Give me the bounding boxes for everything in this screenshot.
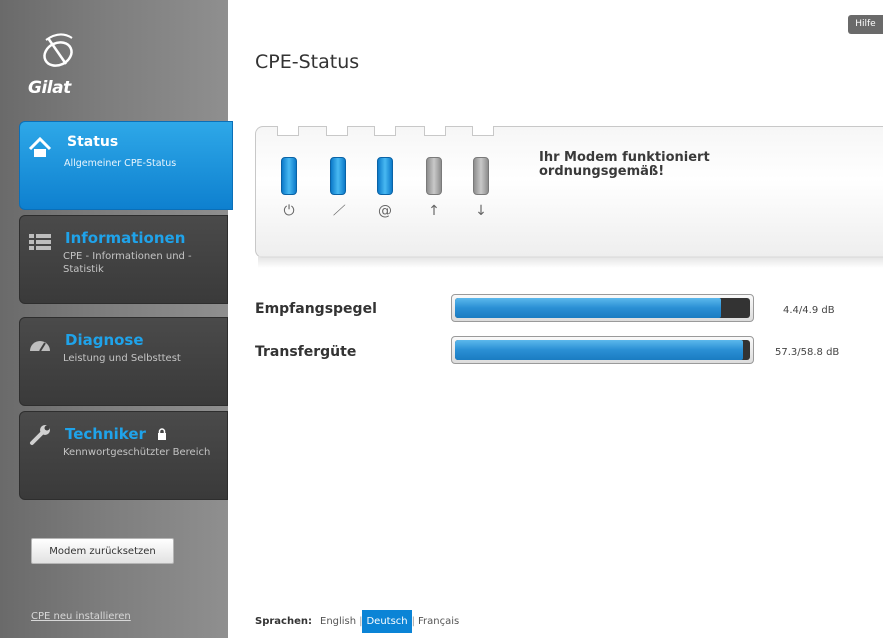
sidebar-item-title-text: Techniker bbox=[65, 425, 146, 443]
internet-led bbox=[377, 157, 393, 195]
sidebar: Gilat Status Allgemeiner CPE-Status Info… bbox=[0, 0, 233, 638]
upload-led bbox=[426, 157, 442, 195]
home-icon bbox=[27, 135, 53, 161]
reinstall-cpe-link[interactable]: CPE neu installieren bbox=[31, 611, 131, 622]
transferguete-bar bbox=[451, 336, 754, 364]
list-icon bbox=[27, 229, 53, 255]
metric-track bbox=[455, 340, 750, 360]
sidebar-item-title: Diagnose bbox=[65, 331, 144, 349]
status-message: Ihr Modem funktioniert ordnungsgemäß! bbox=[539, 150, 710, 179]
transferguete-value: 57.3/58.8 dB bbox=[775, 347, 840, 358]
panel-notch bbox=[326, 126, 348, 136]
logo-text: Gilat bbox=[28, 78, 71, 98]
page-title: CPE-Status bbox=[255, 51, 360, 73]
sidebar-item-subtitle: CPE - Informationen und -Statistik bbox=[63, 251, 192, 275]
download-led bbox=[473, 157, 489, 195]
satellite-icon: ⟋ bbox=[333, 203, 343, 219]
panel-notch bbox=[472, 126, 494, 136]
empfangspegel-value: 4.4/4.9 dB bbox=[783, 305, 835, 316]
language-english[interactable]: English bbox=[317, 613, 359, 630]
metric-fill bbox=[455, 340, 743, 360]
lock-icon bbox=[157, 426, 167, 444]
status-panel: ⏻ ⟋ @ ↑ ↓ Ihr Modem funktioniert ordnung… bbox=[255, 126, 883, 258]
gauge-icon bbox=[27, 333, 53, 359]
sidebar-item-diagnose[interactable]: Diagnose Leistung und Selbsttest bbox=[19, 317, 228, 406]
language-deutsch[interactable]: Deutsch bbox=[362, 609, 412, 633]
power-led bbox=[281, 157, 297, 195]
sidebar-item-title: Status bbox=[67, 134, 119, 150]
metric-fill bbox=[455, 298, 721, 318]
panel-notch bbox=[277, 126, 299, 136]
sidebar-item-title: Techniker bbox=[65, 425, 167, 444]
download-icon: ↓ bbox=[475, 203, 487, 219]
reset-modem-button[interactable]: Modem zurücksetzen bbox=[31, 538, 174, 564]
sidebar-item-status[interactable]: Status Allgemeiner CPE-Status bbox=[19, 121, 233, 210]
wrench-icon bbox=[27, 422, 53, 448]
upload-icon: ↑ bbox=[428, 203, 440, 219]
help-button[interactable]: Hilfe bbox=[848, 15, 883, 34]
metric-track bbox=[455, 298, 750, 318]
sidebar-item-techniker[interactable]: Techniker Kennwortgeschützter Bereich bbox=[19, 411, 228, 500]
panel-shadow bbox=[258, 256, 883, 268]
at-icon: @ bbox=[378, 203, 392, 219]
empfangspegel-bar bbox=[451, 294, 754, 322]
sidebar-item-subtitle: Leistung und Selbsttest bbox=[63, 353, 181, 364]
language-selector: Sprachen: English | Deutsch | Français bbox=[255, 609, 462, 633]
sidebar-item-subtitle: Allgemeiner CPE-Status bbox=[64, 158, 177, 169]
sidebar-item-subtitle: Kennwortgeschützter Bereich bbox=[63, 447, 211, 458]
languages-label: Sprachen: bbox=[255, 615, 312, 627]
satellite-led bbox=[330, 157, 346, 195]
language-francais[interactable]: Français bbox=[415, 613, 462, 630]
sidebar-item-informationen[interactable]: Informationen CPE - Informationen und -S… bbox=[19, 215, 228, 304]
transferguete-label: Transfergüte bbox=[255, 344, 357, 360]
panel-notch bbox=[424, 126, 446, 136]
power-icon: ⏻ bbox=[283, 203, 295, 219]
panel-notch bbox=[374, 126, 396, 136]
sidebar-item-title: Informationen bbox=[65, 229, 186, 247]
empfangspegel-label: Empfangspegel bbox=[255, 301, 377, 317]
